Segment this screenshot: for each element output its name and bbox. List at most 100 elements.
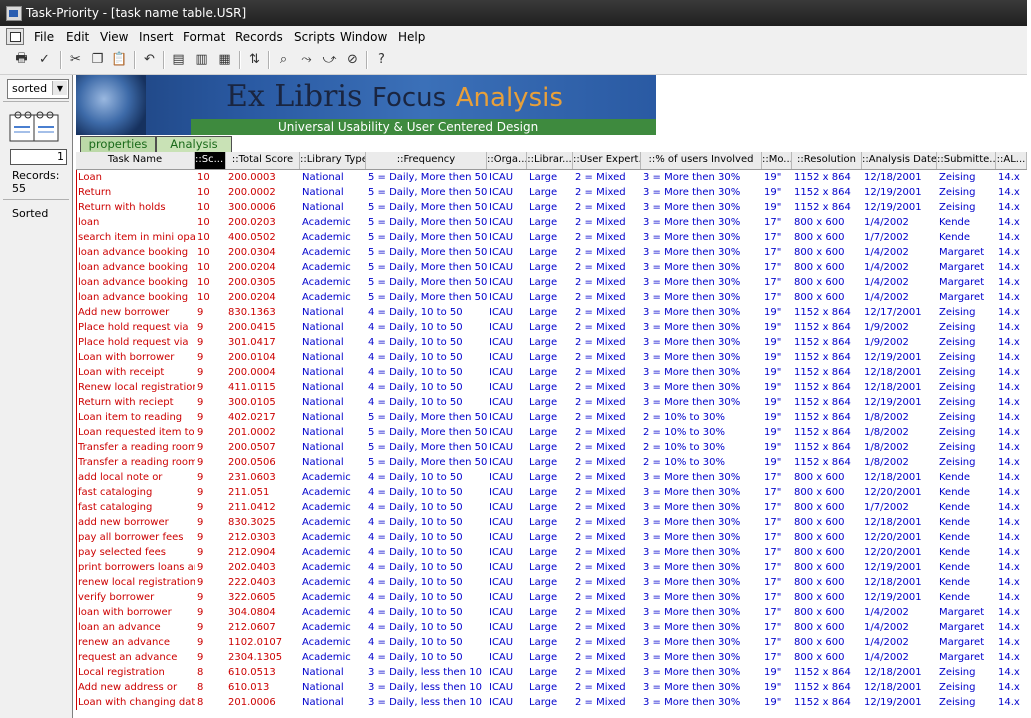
- cell-resolution[interactable]: 1152 x 864: [792, 380, 862, 395]
- table-row[interactable]: Return with holds 10 300.0006 National 5 = D…: [76, 200, 1027, 215]
- cell-organization[interactable]: ICAU: [487, 335, 527, 350]
- cell-library-type[interactable]: National: [300, 410, 366, 425]
- table-row[interactable]: Loan 10 200.0003 National 5 = Daily, More th…: [76, 170, 1027, 185]
- cell-user-expertise[interactable]: 2 = Mixed: [573, 515, 641, 530]
- table-row[interactable]: Loan with borrower 9 200.0104 National 4 = D…: [76, 350, 1027, 365]
- cell-submitter[interactable]: Margaret: [937, 260, 996, 275]
- cell-organization[interactable]: ICAU: [487, 170, 527, 185]
- cell-organization[interactable]: ICAU: [487, 305, 527, 320]
- cell-total-score[interactable]: 830.1363: [226, 305, 300, 320]
- cell-resolution[interactable]: 1152 x 864: [792, 365, 862, 380]
- cell-user-expertise[interactable]: 2 = Mixed: [573, 665, 641, 680]
- cell-monitor[interactable]: 19": [762, 410, 792, 425]
- cell-users-involved[interactable]: 3 = More then 30%: [641, 215, 762, 230]
- cell-library-type[interactable]: National: [300, 440, 366, 455]
- cell-library-size[interactable]: Large: [527, 695, 573, 710]
- cell-users-involved[interactable]: 3 = More then 30%: [641, 575, 762, 590]
- cell-resolution[interactable]: 800 x 600: [792, 290, 862, 305]
- cell-al[interactable]: 14.x: [996, 665, 1027, 680]
- cell-analysis-date[interactable]: 12/20/2001: [862, 485, 937, 500]
- cell-users-involved[interactable]: 3 = More then 30%: [641, 230, 762, 245]
- cell-users-involved[interactable]: 2 = 10% to 30%: [641, 455, 762, 470]
- cell-analysis-date[interactable]: 12/18/2001: [862, 515, 937, 530]
- cell-library-size[interactable]: Large: [527, 320, 573, 335]
- cell-users-involved[interactable]: 3 = More then 30%: [641, 515, 762, 530]
- cell-submitter[interactable]: Margaret: [937, 290, 996, 305]
- cell-monitor[interactable]: 17": [762, 635, 792, 650]
- cell-library-size[interactable]: Large: [527, 500, 573, 515]
- cell-organization[interactable]: ICAU: [487, 455, 527, 470]
- cell-user-expertise[interactable]: 2 = Mixed: [573, 680, 641, 695]
- cell-monitor[interactable]: 17": [762, 560, 792, 575]
- cell-monitor[interactable]: 19": [762, 335, 792, 350]
- cell-total-score[interactable]: 200.0004: [226, 365, 300, 380]
- cell-score[interactable]: 9: [195, 425, 226, 440]
- menu-format[interactable]: Format: [183, 30, 225, 44]
- column-header-total-score[interactable]: ::Total Score: [226, 152, 300, 169]
- cell-monitor[interactable]: 19": [762, 350, 792, 365]
- cell-analysis-date[interactable]: 1/4/2002: [862, 620, 937, 635]
- cell-monitor[interactable]: 17": [762, 590, 792, 605]
- cell-task-name[interactable]: pay selected fees: [76, 545, 195, 560]
- cell-library-type[interactable]: Academic: [300, 290, 366, 305]
- cell-al[interactable]: 14.x: [996, 440, 1027, 455]
- cell-organization[interactable]: ICAU: [487, 590, 527, 605]
- sort-icon[interactable]: ⇅: [245, 50, 264, 69]
- cell-score[interactable]: 10: [195, 170, 226, 185]
- cell-library-size[interactable]: Large: [527, 485, 573, 500]
- cell-total-score[interactable]: 211.051: [226, 485, 300, 500]
- cell-monitor[interactable]: 19": [762, 185, 792, 200]
- cell-total-score[interactable]: 200.0003: [226, 170, 300, 185]
- cell-analysis-date[interactable]: 12/20/2001: [862, 545, 937, 560]
- cell-score[interactable]: 9: [195, 500, 226, 515]
- cell-submitter[interactable]: Kende: [937, 500, 996, 515]
- cell-library-type[interactable]: National: [300, 395, 366, 410]
- cell-total-score[interactable]: 304.0804: [226, 605, 300, 620]
- cell-frequency[interactable]: 5 = Daily, More then 50: [366, 230, 487, 245]
- cell-task-name[interactable]: add local note or: [76, 470, 195, 485]
- omit-icon[interactable]: ⊘: [343, 50, 362, 69]
- cell-library-size[interactable]: Large: [527, 665, 573, 680]
- cell-al[interactable]: 14.x: [996, 635, 1027, 650]
- cell-library-type[interactable]: Academic: [300, 530, 366, 545]
- cell-al[interactable]: 14.x: [996, 215, 1027, 230]
- cell-user-expertise[interactable]: 2 = Mixed: [573, 620, 641, 635]
- cell-users-involved[interactable]: 3 = More then 30%: [641, 470, 762, 485]
- menu-file[interactable]: File: [34, 30, 54, 44]
- cell-resolution[interactable]: 800 x 600: [792, 575, 862, 590]
- cell-users-involved[interactable]: 3 = More then 30%: [641, 350, 762, 365]
- cell-library-size[interactable]: Large: [527, 455, 573, 470]
- cell-analysis-date[interactable]: 1/4/2002: [862, 650, 937, 665]
- cell-analysis-date[interactable]: 12/18/2001: [862, 365, 937, 380]
- cell-frequency[interactable]: 3 = Daily, less then 10: [366, 695, 487, 710]
- cell-resolution[interactable]: 800 x 600: [792, 470, 862, 485]
- cut-icon[interactable]: ✂: [66, 50, 85, 69]
- cell-total-score[interactable]: 400.0502: [226, 230, 300, 245]
- cell-frequency[interactable]: 4 = Daily, 10 to 50: [366, 305, 487, 320]
- cell-users-involved[interactable]: 3 = More then 30%: [641, 695, 762, 710]
- cell-submitter[interactable]: Kende: [937, 530, 996, 545]
- cell-monitor[interactable]: 19": [762, 380, 792, 395]
- cell-library-type[interactable]: National: [300, 665, 366, 680]
- cell-resolution[interactable]: 800 x 600: [792, 620, 862, 635]
- cell-score[interactable]: 9: [195, 320, 226, 335]
- cell-total-score[interactable]: 200.0204: [226, 290, 300, 305]
- cell-monitor[interactable]: 17": [762, 620, 792, 635]
- table-row[interactable]: loan with borrower 9 304.0804 Academic 4 = D…: [76, 605, 1027, 620]
- paste-icon[interactable]: 📋: [110, 50, 129, 69]
- table-row[interactable]: loan advance booking 10 200.0204 Academic 5 …: [76, 290, 1027, 305]
- cell-score[interactable]: 9: [195, 605, 226, 620]
- cell-al[interactable]: 14.x: [996, 650, 1027, 665]
- cell-organization[interactable]: ICAU: [487, 605, 527, 620]
- cell-analysis-date[interactable]: 1/4/2002: [862, 290, 937, 305]
- cell-monitor[interactable]: 17": [762, 230, 792, 245]
- cell-resolution[interactable]: 1152 x 864: [792, 455, 862, 470]
- cell-library-type[interactable]: Academic: [300, 515, 366, 530]
- cell-frequency[interactable]: 3 = Daily, less then 10: [366, 665, 487, 680]
- cell-score[interactable]: 10: [195, 260, 226, 275]
- cell-organization[interactable]: ICAU: [487, 485, 527, 500]
- cell-submitter[interactable]: Kende: [937, 545, 996, 560]
- cell-library-type[interactable]: Academic: [300, 605, 366, 620]
- cell-library-size[interactable]: Large: [527, 335, 573, 350]
- find-all-icon[interactable]: ⤻: [320, 50, 339, 69]
